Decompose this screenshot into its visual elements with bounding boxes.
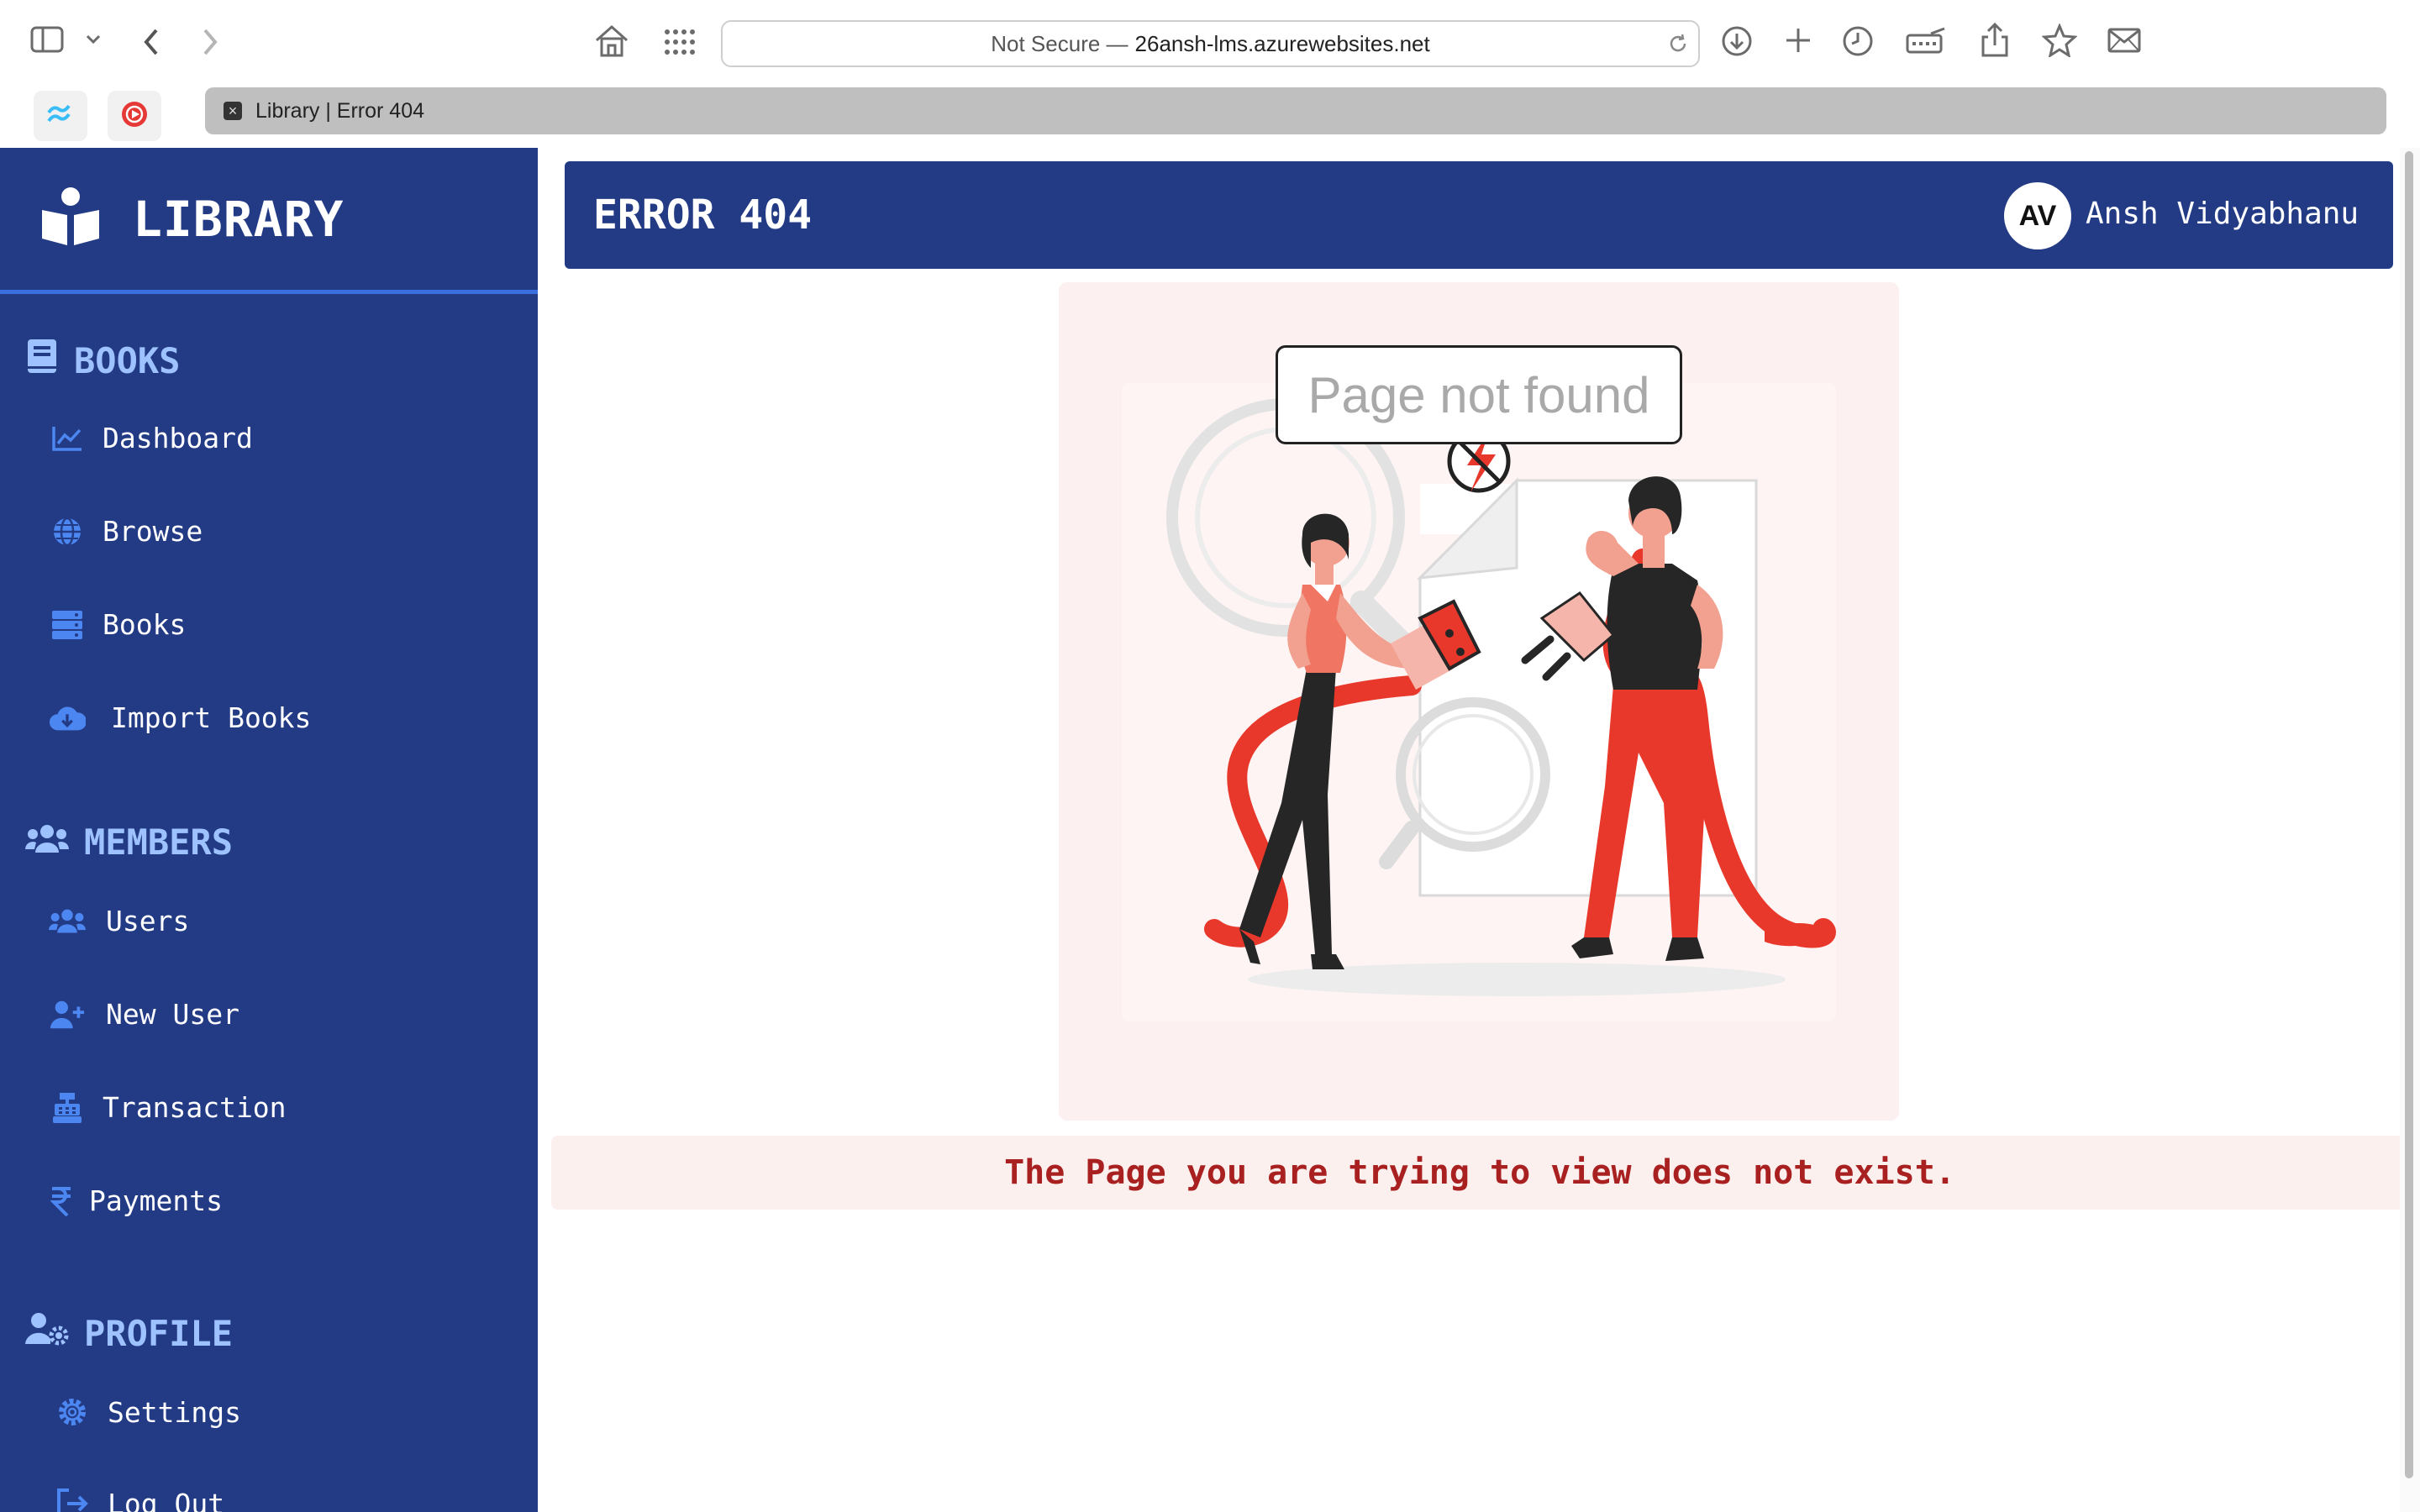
page-title: ERROR 404	[593, 192, 813, 239]
download-icon[interactable]	[1721, 25, 1753, 57]
section-profile: PROFILE	[25, 1312, 233, 1354]
sidebar-item-transaction[interactable]: Transaction	[49, 1091, 287, 1124]
users-icon	[49, 908, 86, 935]
address-bar[interactable]: Not Secure — 26ansh-lms.azurewebsites.ne…	[721, 20, 1700, 67]
back-icon[interactable]	[139, 25, 163, 59]
brand-title: LIBRARY	[133, 190, 345, 248]
sidebar-item-label: Payments	[89, 1184, 223, 1217]
not-secure-label: Not Secure —	[991, 30, 1128, 56]
section-label: MEMBERS	[84, 822, 234, 863]
logout-icon	[54, 1487, 91, 1512]
user-name[interactable]: Ansh Vidyabhanu	[2086, 197, 2359, 231]
book-icon	[25, 338, 59, 383]
tab-library-error[interactable]: × Library | Error 404	[205, 87, 2386, 134]
sidebar-item-label: Transaction	[103, 1091, 287, 1124]
section-label: PROFILE	[84, 1312, 234, 1354]
cash-register-icon	[49, 1092, 86, 1124]
music-play-icon	[120, 100, 149, 133]
sidebar-item-browse[interactable]: Browse	[49, 515, 203, 548]
server-stack-icon	[49, 610, 86, 640]
error-message: The Page you are trying to view does not…	[551, 1136, 2408, 1210]
reload-icon[interactable]	[1666, 32, 1690, 61]
sidebar-item-dashboard[interactable]: Dashboard	[49, 422, 253, 454]
history-icon[interactable]	[1842, 25, 1874, 57]
browser-toolbar: Not Secure — 26ansh-lms.azurewebsites.ne…	[0, 0, 2420, 84]
chevron-down-icon[interactable]	[84, 32, 103, 47]
sidebar-toggle-icon[interactable]	[30, 25, 67, 55]
mail-icon[interactable]	[2107, 27, 2141, 54]
scrollbar-thumb[interactable]	[2405, 151, 2413, 1478]
sidebar-item-users[interactable]: Users	[49, 905, 189, 937]
tab-close-icon[interactable]: ×	[224, 102, 242, 120]
rupee-icon	[49, 1186, 74, 1216]
user-plus-icon	[49, 1000, 86, 1030]
page-header: ERROR 404 AV Ansh Vidyabhanu	[565, 161, 2393, 269]
sidebar-item-log-out[interactable]: Log Out	[49, 1487, 224, 1512]
section-books: BOOKS	[25, 338, 180, 383]
tab-bar: × Library | Error 404	[0, 84, 2420, 148]
sidebar-item-label: Books	[103, 608, 187, 641]
tab-title: Library | Error 404	[255, 98, 425, 123]
sidebar-item-settings[interactable]: Settings	[49, 1395, 241, 1429]
sidebar-item-label: Browse	[103, 515, 203, 548]
gear-icon	[54, 1395, 91, 1429]
sidebar-item-label: Import Books	[111, 701, 312, 734]
sidebar-item-label: Log Out	[108, 1487, 225, 1512]
sidebar-item-import-books[interactable]: Import Books	[49, 701, 311, 734]
share-icon[interactable]	[1980, 22, 2010, 59]
sidebar-item-new-user[interactable]: New User	[49, 998, 239, 1031]
apps-grid-icon[interactable]	[662, 27, 696, 57]
avatar[interactable]: AV	[2004, 182, 2071, 249]
sidebar-item-payments[interactable]: Payments	[49, 1184, 223, 1217]
user-cog-icon	[25, 1312, 69, 1354]
home-icon[interactable]	[593, 24, 630, 59]
keyboard-icon[interactable]	[1906, 27, 1946, 55]
section-label: BOOKS	[74, 339, 181, 381]
sidebar-item-label: Dashboard	[103, 422, 253, 454]
globe-icon	[49, 517, 86, 547]
url-host: 26ansh-lms.azurewebsites.net	[1134, 30, 1430, 56]
sidebar-item-label: Users	[106, 905, 190, 937]
pinned-tab-music[interactable]	[108, 91, 161, 141]
forward-icon[interactable]	[198, 25, 222, 59]
error-illustration: Page not found	[1059, 282, 1899, 1121]
users-icon	[25, 822, 69, 863]
sidebar-item-label: New User	[106, 998, 239, 1031]
pinned-tab-tailwind[interactable]	[34, 91, 87, 141]
sidebar-item-label: Settings	[108, 1395, 241, 1429]
section-members: MEMBERS	[25, 822, 233, 863]
page-not-found-caption: Page not found	[1276, 345, 1682, 444]
brand[interactable]: LIBRARY	[0, 148, 538, 294]
bookmark-star-icon[interactable]	[2042, 24, 2077, 57]
chart-line-icon	[49, 425, 86, 452]
new-tab-icon[interactable]	[1783, 25, 1813, 55]
cloud-download-icon	[49, 704, 86, 732]
book-reader-icon	[39, 186, 103, 251]
tailwind-logo-icon	[45, 104, 76, 129]
page-scrollbar[interactable]	[2400, 148, 2420, 1512]
sidebar-item-books[interactable]: Books	[49, 608, 186, 641]
sidebar: LIBRARY BOOKS Dashboard Browse Books Imp…	[0, 148, 538, 1512]
